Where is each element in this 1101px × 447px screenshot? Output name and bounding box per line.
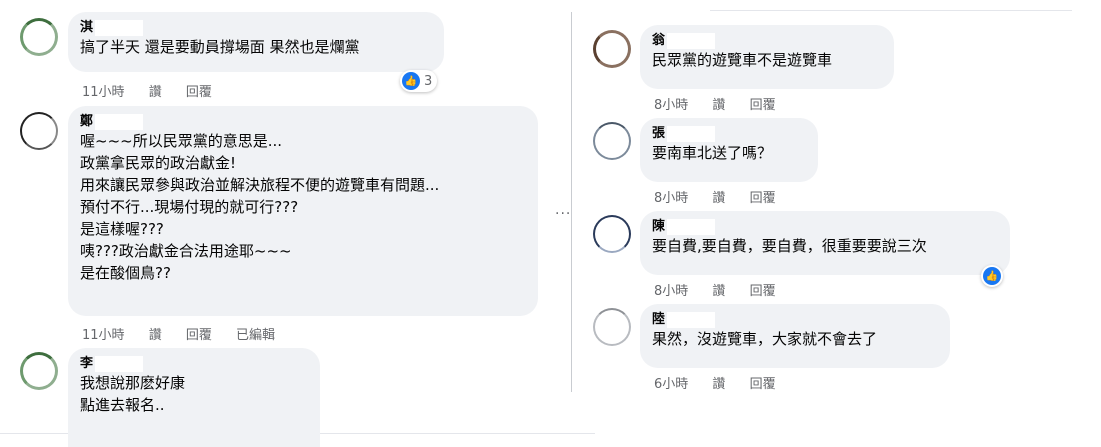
comment-bubble: 淇 搞了半天 還是要動員撐場面 果然也是爛黨 (68, 12, 444, 72)
edited-label[interactable]: 已編輯 (236, 328, 275, 343)
avatar[interactable] (20, 18, 58, 56)
commenter-name[interactable]: 張 (652, 126, 806, 142)
like-button[interactable]: 讚 (712, 98, 725, 113)
timestamp[interactable]: 8小時 (654, 284, 688, 299)
comment-text: 我想說那麽好康 點進去報名.. (80, 374, 186, 414)
comment-text: 要南車北送了嗎？ (652, 144, 773, 162)
comment-bubble: 翁 民眾黨的遊覽車不是遊覽車 (640, 25, 894, 89)
reply-button[interactable]: 回覆 (750, 98, 776, 113)
comment-text: 民眾黨的遊覽車不是遊覽車 (652, 51, 833, 69)
comment-meta: 8小時 讚 回覆 (654, 280, 796, 299)
comment-bubble: 鄭 喔~~~所以民眾黨的意思是... 政黨拿民眾的政治獻金! 用來讓民眾參與政治… (68, 106, 538, 316)
comment-meta: 8小時 讚 回覆 (654, 187, 796, 206)
comment-meta: 11小時 讚 回覆 (82, 81, 232, 100)
commenter-name[interactable]: 李 (80, 356, 308, 372)
like-button[interactable]: 讚 (149, 85, 162, 100)
timestamp[interactable]: 8小時 (654, 98, 688, 113)
comment-bubble: 張 要南車北送了嗎？ (640, 118, 818, 182)
reaction-count[interactable]: 👍 3 (400, 70, 438, 92)
comment-bubble: 李 我想說那麽好康 點進去報名.. (68, 348, 320, 447)
like-button[interactable]: 讚 (149, 328, 162, 343)
comment-meta: 6小時 讚 回覆 (654, 373, 796, 392)
commenter-name[interactable]: 陸 (652, 312, 938, 328)
commenter-name[interactable]: 鄭 (80, 114, 526, 130)
comment-bubble: 陳 要自費,要自費，要自費，很重要要說三次 (640, 211, 1010, 275)
comment-text: 搞了半天 還是要動員撐場面 果然也是爛黨 (80, 38, 360, 56)
avatar[interactable] (593, 215, 631, 253)
comment-item: 淇 搞了半天 還是要動員撐場面 果然也是爛黨 👍 3 11小時 讚 回覆 (0, 0, 560, 100)
avatar[interactable] (593, 308, 631, 346)
right-comment-column: 翁 民眾黨的遊覽車不是遊覽車 8小時 讚 回覆 張 要南車北送了嗎？ 8小時 讚… (575, 0, 1101, 447)
reply-button[interactable]: 回覆 (750, 377, 776, 392)
comment-bubble: 陸 果然，沒遊覽車，大家就不會去了 (640, 304, 950, 368)
comment-meta: 11小時 讚 回覆 已編輯 (82, 324, 295, 343)
avatar[interactable] (593, 30, 631, 68)
reaction-badge[interactable]: 👍 (981, 265, 1003, 287)
avatar[interactable] (593, 122, 631, 160)
reply-button[interactable]: 回覆 (186, 85, 212, 100)
reply-button[interactable]: 回覆 (750, 191, 776, 206)
thumbs-up-icon: 👍 (983, 267, 1001, 285)
timestamp[interactable]: 11小時 (82, 85, 125, 100)
reply-button[interactable]: 回覆 (186, 328, 212, 343)
comment-text: 果然，沒遊覽車，大家就不會去了 (652, 330, 878, 348)
column-divider (571, 12, 572, 392)
timestamp[interactable]: 6小時 (654, 377, 688, 392)
left-comment-column: 淇 搞了半天 還是要動員撐場面 果然也是爛黨 👍 3 11小時 讚 回覆 鄭 喔… (0, 0, 560, 447)
avatar[interactable] (20, 112, 58, 150)
like-button[interactable]: 讚 (712, 377, 725, 392)
timestamp[interactable]: 8小時 (654, 191, 688, 206)
like-button[interactable]: 讚 (712, 284, 725, 299)
commenter-name[interactable]: 陳 (652, 219, 998, 235)
comment-meta: 8小時 讚 回覆 (654, 94, 796, 113)
timestamp[interactable]: 11小時 (82, 328, 125, 343)
comment-text: 喔~~~所以民眾黨的意思是... 政黨拿民眾的政治獻金! 用來讓民眾參與政治並解… (80, 132, 440, 282)
thumbs-up-icon: 👍 (402, 72, 420, 90)
comment-text: 要自費,要自費，要自費，很重要要說三次 (652, 237, 927, 255)
avatar[interactable] (20, 352, 58, 390)
like-button[interactable]: 讚 (712, 191, 725, 206)
commenter-name[interactable]: 淇 (80, 20, 432, 36)
commenter-name[interactable]: 翁 (652, 33, 882, 49)
reply-button[interactable]: 回覆 (750, 284, 776, 299)
